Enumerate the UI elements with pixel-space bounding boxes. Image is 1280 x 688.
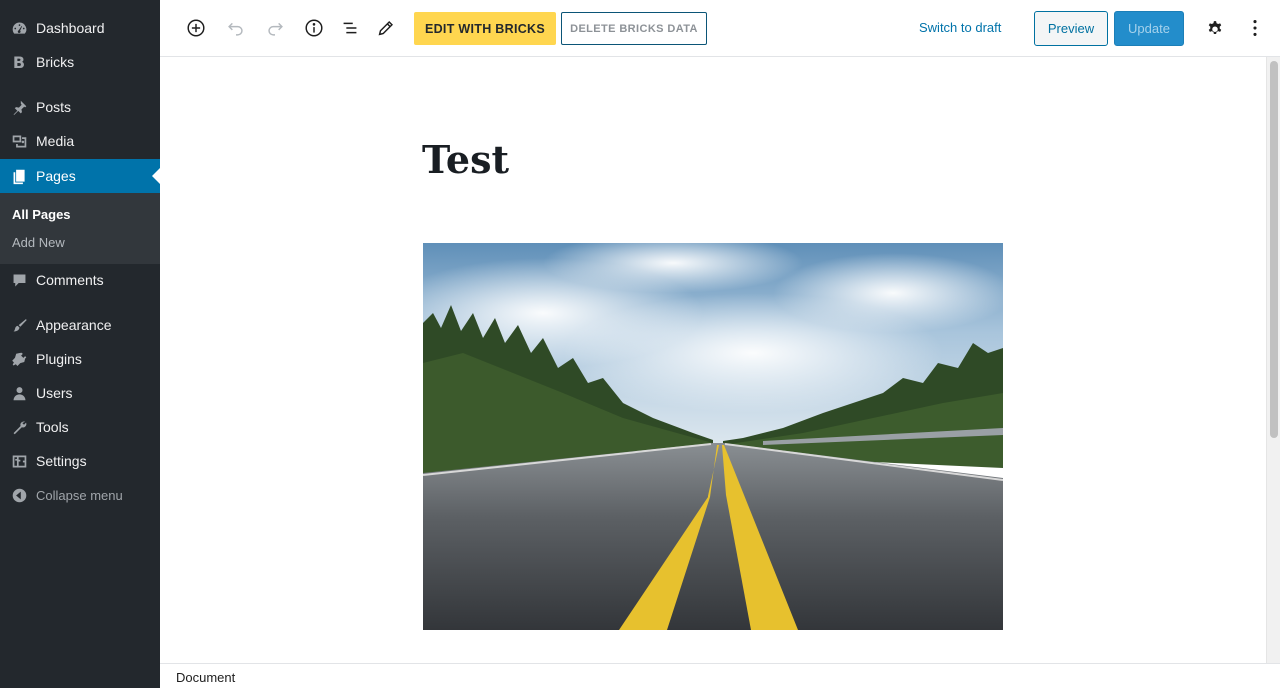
collapse-arrow-icon — [10, 486, 28, 504]
collapse-menu-label: Collapse menu — [36, 487, 123, 503]
sidebar-item-bricks[interactable]: B Bricks — [0, 45, 160, 79]
add-block-icon[interactable] — [184, 16, 208, 40]
sidebar-item-users[interactable]: Users — [0, 376, 160, 410]
sidebar-item-comments[interactable]: Comments — [0, 263, 160, 297]
outline-icon[interactable] — [338, 16, 362, 40]
sidebar-item-dashboard[interactable]: Dashboard — [0, 11, 160, 45]
comment-icon — [10, 271, 28, 289]
switch-to-draft-link[interactable]: Switch to draft — [919, 20, 1001, 35]
scrollbar-thumb[interactable] — [1270, 61, 1278, 438]
sidebar-item-label: Users — [36, 385, 73, 401]
sidebar-item-label: Appearance — [36, 317, 112, 333]
sidebar-item-label: Tools — [36, 419, 69, 435]
info-icon[interactable] — [302, 16, 326, 40]
pushpin-icon — [10, 98, 28, 116]
editor-toolbar: EDIT WITH BRICKS DELETE BRICKS DATA Swit… — [160, 0, 1280, 57]
pencil-icon[interactable] — [374, 16, 398, 40]
plugin-icon — [10, 350, 28, 368]
preview-button[interactable]: Preview — [1034, 11, 1108, 46]
media-icon — [10, 132, 28, 150]
sidebar-item-appearance[interactable]: Appearance — [0, 308, 160, 342]
update-button[interactable]: Update — [1114, 11, 1184, 46]
canvas-scrollbar[interactable] — [1266, 57, 1280, 663]
breadcrumb-document[interactable]: Document — [176, 670, 235, 685]
sidebar-item-label: Dashboard — [36, 20, 105, 36]
sidebar-item-pages[interactable]: Pages — [0, 159, 160, 193]
sidebar-item-label: Comments — [36, 272, 104, 288]
sidebar-item-label: Media — [36, 133, 75, 149]
submenu-item-add-new[interactable]: Add New — [12, 235, 65, 250]
vertical-ellipsis-icon[interactable] — [1243, 16, 1267, 40]
road-image — [423, 243, 1003, 630]
editor-footer: Document — [160, 663, 1280, 688]
paintbrush-icon — [10, 316, 28, 334]
edit-with-bricks-button[interactable]: EDIT WITH BRICKS — [414, 12, 556, 45]
bricks-icon: B — [12, 52, 26, 72]
pages-icon — [10, 167, 28, 185]
editor-canvas: Test — [160, 57, 1266, 663]
sidebar-item-settings[interactable]: Settings — [0, 444, 160, 478]
image-block[interactable] — [423, 243, 1003, 630]
post-title[interactable]: Test — [422, 137, 509, 182]
sidebar-item-label: Bricks — [36, 54, 75, 70]
sidebar-item-label: Plugins — [36, 351, 82, 367]
sidebar-item-media[interactable]: Media — [0, 124, 160, 158]
sidebar-item-posts[interactable]: Posts — [0, 90, 160, 124]
dashboard-icon — [10, 19, 28, 37]
sidebar-item-plugins[interactable]: Plugins — [0, 342, 160, 376]
sidebar-item-label: Settings — [36, 453, 87, 469]
settings-icon — [10, 452, 28, 470]
wrench-icon — [10, 418, 28, 436]
delete-bricks-data-button[interactable]: DELETE BRICKS DATA — [561, 12, 707, 45]
admin-sidebar: Dashboard B Bricks Posts Media Pages All… — [0, 0, 160, 688]
submenu-item-all-pages[interactable]: All Pages — [12, 207, 71, 222]
gear-icon[interactable] — [1203, 16, 1227, 40]
sidebar-item-label: Pages — [36, 168, 76, 184]
collapse-menu-button[interactable]: Collapse menu — [0, 478, 160, 512]
undo-icon[interactable] — [224, 16, 248, 40]
sidebar-item-label: Posts — [36, 99, 72, 115]
sidebar-item-tools[interactable]: Tools — [0, 410, 160, 444]
pages-submenu: All Pages Add New — [0, 193, 160, 264]
redo-icon[interactable] — [263, 16, 287, 40]
user-icon — [10, 384, 28, 402]
